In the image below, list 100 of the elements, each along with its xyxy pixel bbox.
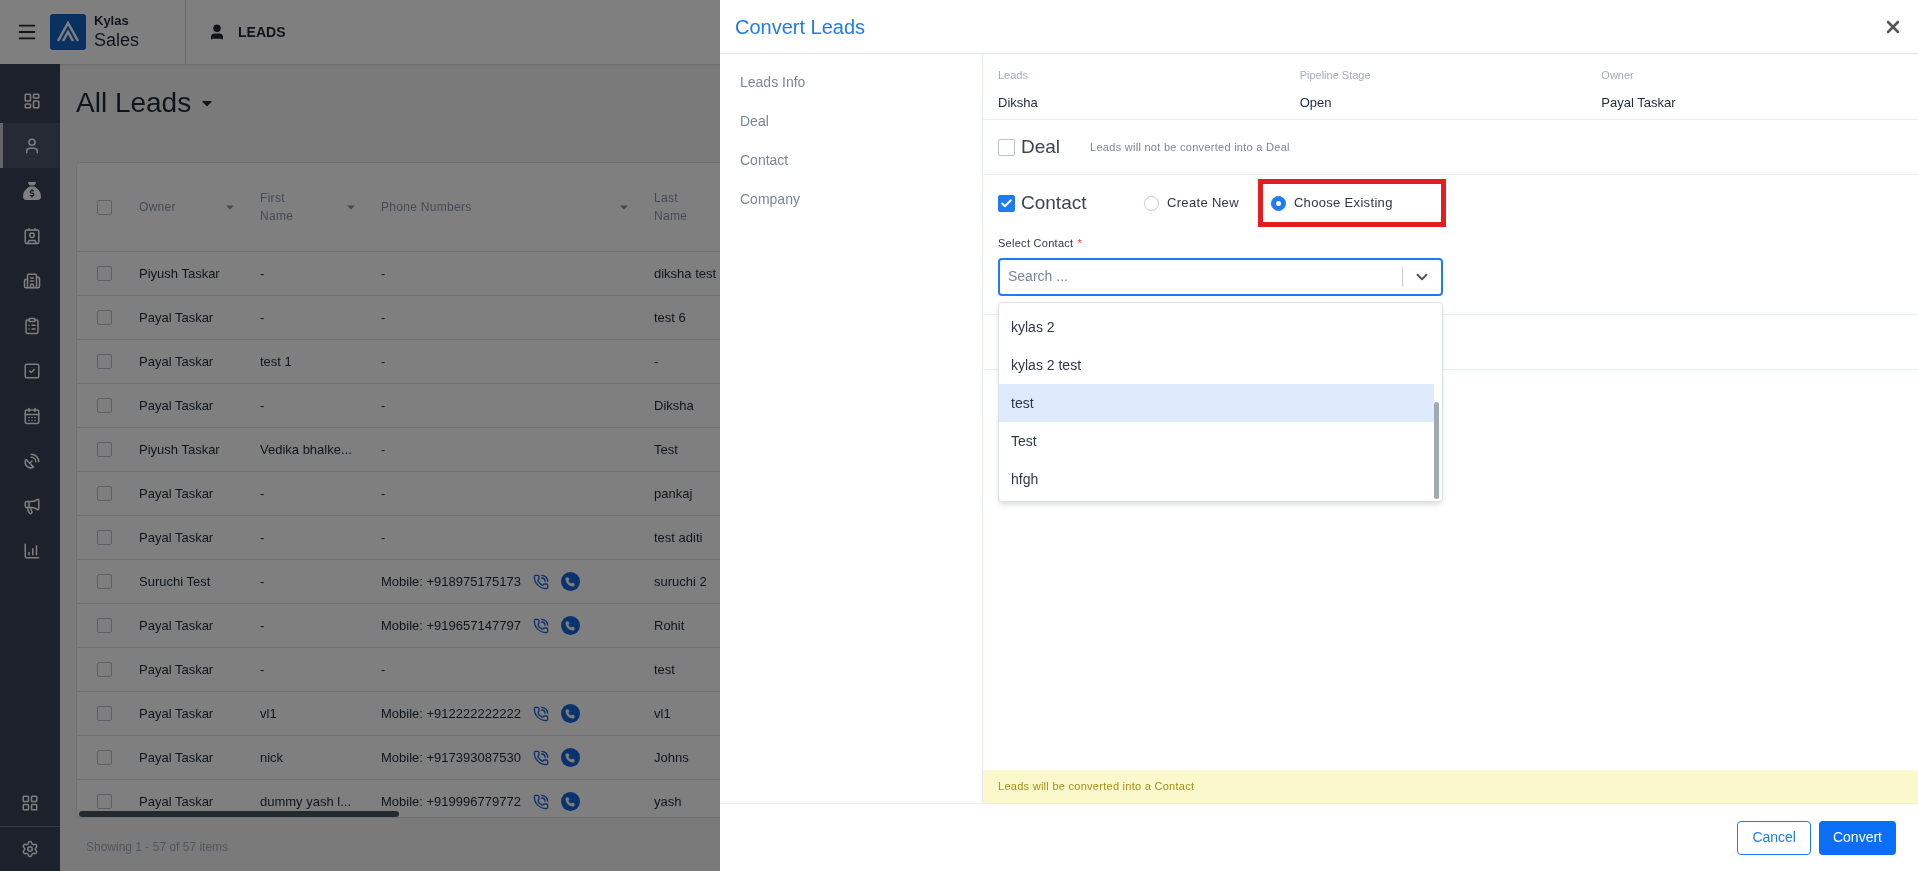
field-value: Payal Taskar — [1601, 93, 1677, 112]
table-cell-text: Payal Taskar — [139, 660, 214, 679]
checkbox[interactable] — [96, 310, 112, 325]
contact-card-icon — [22, 226, 41, 245]
table-cell-text: diksha test — [654, 264, 717, 283]
call-button[interactable] — [560, 616, 580, 635]
settings-icon[interactable] — [21, 840, 39, 858]
phone-icon — [565, 752, 576, 763]
table-cell-text: - — [381, 484, 386, 503]
checkbox[interactable] — [96, 398, 112, 413]
column-header[interactable]: Owner — [139, 198, 176, 216]
page-title: All Leads — [76, 86, 192, 120]
checkbox[interactable] — [96, 486, 112, 501]
checkbox[interactable] — [96, 618, 112, 633]
calendar-icon — [22, 406, 41, 425]
product-name: Sales — [94, 28, 140, 52]
radio-button[interactable] — [1144, 195, 1159, 211]
checkbox[interactable] — [96, 794, 112, 809]
table-cell-text: - — [260, 396, 265, 415]
phone-icon — [565, 796, 576, 807]
deal-note: Leads will not be converted into a Deal — [1090, 139, 1290, 155]
contact-select[interactable]: Search ... — [998, 257, 1443, 296]
checkbox[interactable] — [96, 662, 112, 677]
checkbox[interactable] — [96, 354, 112, 369]
table-cell-text: - — [381, 440, 386, 459]
field-label: Select Contact — [998, 236, 1074, 251]
phone-call-icon[interactable] — [532, 749, 549, 766]
required-mark: * — [1077, 236, 1082, 251]
convert-button[interactable]: Convert — [1818, 820, 1896, 855]
table-cell-text: Mobile: +918975175173 — [381, 572, 521, 591]
table-cell-text: - — [381, 396, 386, 415]
section-link[interactable]: Contact — [740, 150, 982, 171]
table-cell-text: Payal Taskar — [139, 396, 214, 415]
phone-call-icon[interactable] — [532, 617, 549, 634]
call-button[interactable] — [560, 704, 580, 723]
table-cell-text: - — [381, 352, 386, 371]
table-cell-text: test 6 — [654, 308, 686, 327]
dialog-title: Convert Leads — [735, 14, 866, 40]
checkbox[interactable] — [96, 530, 112, 545]
table-cell-text: dummy yash l... — [260, 792, 352, 811]
check-icon — [1000, 196, 1013, 210]
scrollbar-thumb[interactable] — [1434, 402, 1439, 499]
checkbox[interactable] — [96, 574, 112, 589]
cancel-button[interactable]: Cancel — [1737, 820, 1811, 855]
call-button[interactable] — [560, 792, 580, 811]
checkbox[interactable] — [998, 138, 1015, 156]
table-cell-text: - — [260, 572, 265, 591]
field-label: Owner — [1601, 68, 1635, 83]
dropdown-option[interactable]: Test — [999, 422, 1434, 460]
dropdown-option[interactable]: kylas 2 test — [999, 346, 1434, 384]
checkbox[interactable] — [96, 266, 112, 281]
dropdown-option[interactable]: test — [999, 384, 1434, 422]
table-cell-text: - — [260, 616, 265, 635]
section-link[interactable]: Deal — [740, 111, 982, 132]
checkbox[interactable] — [96, 750, 112, 765]
phone-icon — [565, 576, 576, 587]
table-cell-text: - — [260, 660, 265, 679]
checkbox[interactable] — [96, 199, 112, 215]
table-cell-text: Johns — [654, 748, 689, 767]
section-link[interactable]: Company — [740, 189, 982, 210]
checkbox[interactable] — [96, 442, 112, 457]
phone-call-icon[interactable] — [532, 793, 549, 810]
apps-icon[interactable] — [21, 794, 39, 812]
table-cell-text: Payal Taskar — [139, 616, 214, 635]
dropdown-option[interactable]: kylas 2 — [999, 308, 1434, 346]
bar-chart-icon — [22, 541, 41, 560]
table-cell-text: Diksha — [654, 396, 694, 415]
table-cell-text: - — [654, 352, 659, 371]
table-cell-text: yash — [654, 792, 682, 811]
table-cell-text: nick — [260, 748, 284, 767]
phone-call-icon[interactable] — [532, 573, 549, 590]
table-cell-text: Payal Taskar — [139, 792, 214, 811]
call-button[interactable] — [560, 572, 580, 591]
table-cell-text: Mobile: +917393087530 — [381, 748, 521, 767]
table-cell-text: test — [654, 660, 675, 679]
phone-icon — [565, 620, 576, 631]
building-icon — [22, 271, 41, 290]
search-input[interactable]: Search ... — [1000, 266, 1402, 287]
field-label: Pipeline Stage — [1299, 68, 1372, 83]
table-cell-text: - — [260, 528, 265, 547]
sidebar-item[interactable] — [0, 123, 60, 168]
table-cell-text: Piyush Taskar — [139, 264, 220, 283]
call-button[interactable] — [560, 748, 580, 767]
radio-label[interactable]: Create New — [1167, 193, 1239, 213]
checkbox[interactable] — [998, 194, 1015, 212]
phone-call-icon[interactable] — [532, 705, 549, 722]
table-cell-text: Payal Taskar — [139, 704, 214, 723]
checkbox[interactable] — [96, 706, 112, 721]
logo-icon — [50, 14, 86, 50]
table-cell-text: - — [260, 484, 265, 503]
dropdown-option[interactable]: hfgh — [999, 460, 1434, 498]
radio-button[interactable] — [1270, 195, 1286, 211]
table-cell-text: pankaj — [654, 484, 693, 503]
banner-text: Leads will be converted into a Contact — [998, 779, 1195, 795]
clipboard-icon — [22, 316, 41, 335]
phone-icon — [565, 708, 576, 719]
section-link[interactable]: Leads Info — [740, 72, 982, 93]
radio-label[interactable]: Choose Existing — [1293, 193, 1393, 213]
scrollbar-thumb[interactable] — [79, 811, 399, 817]
table-cell-text: Payal Taskar — [139, 748, 214, 767]
